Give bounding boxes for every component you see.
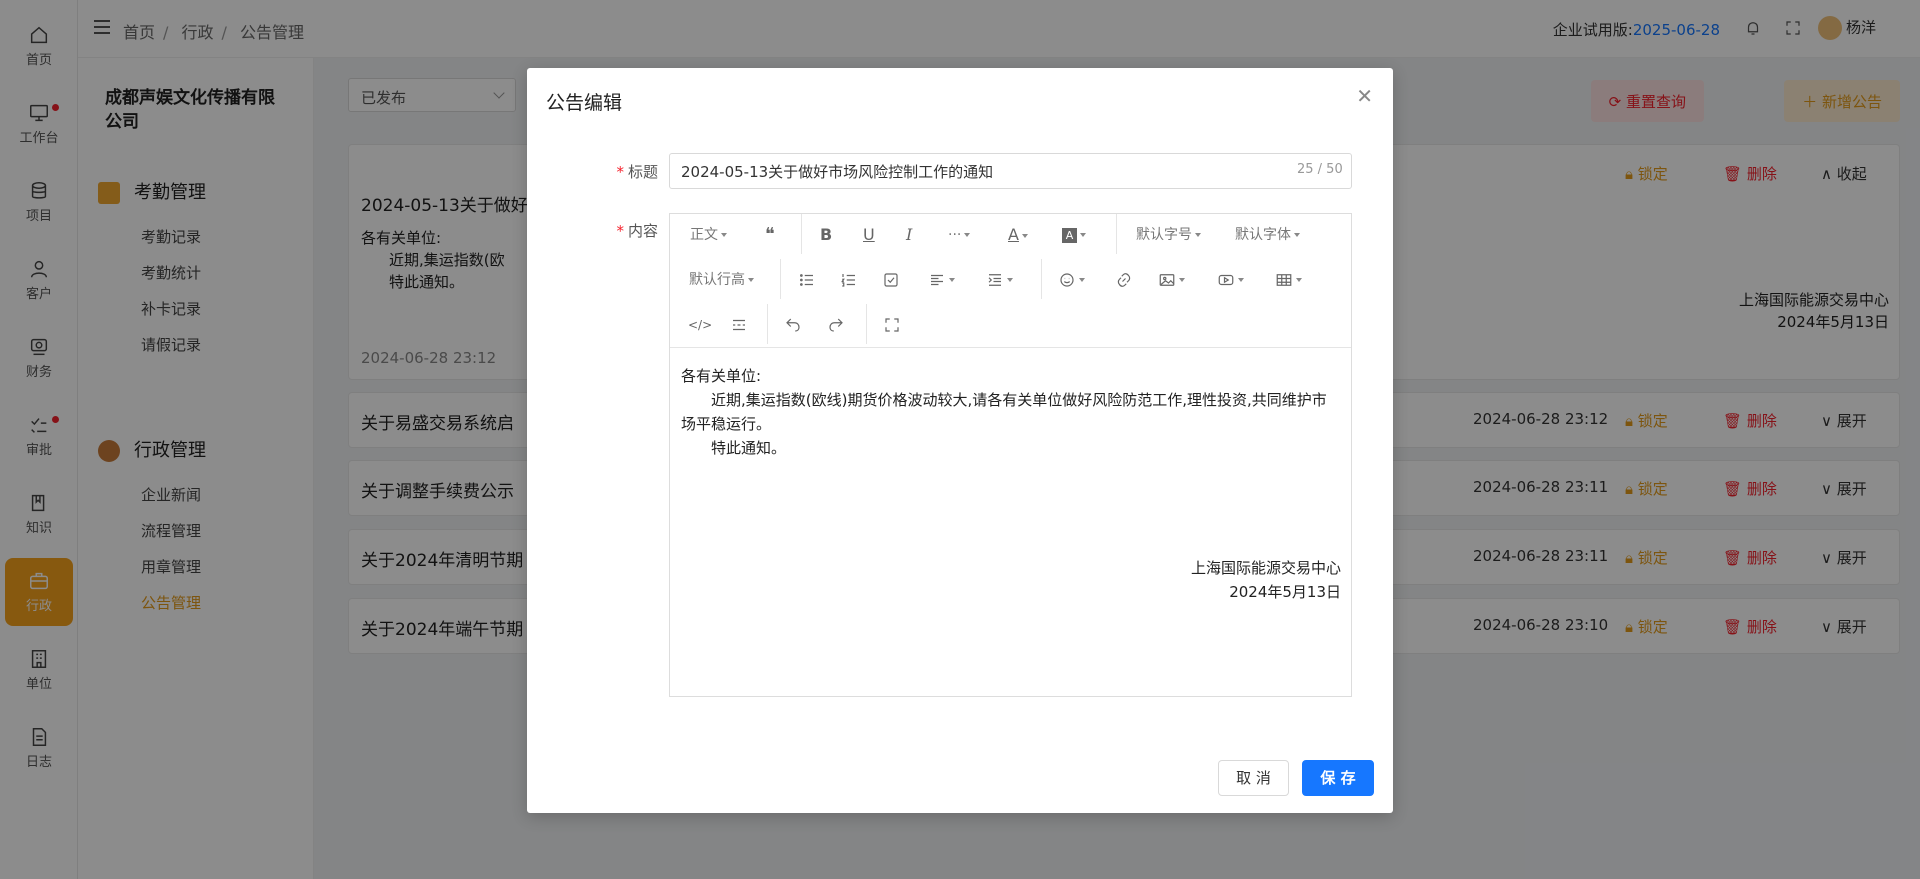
font-family-select[interactable]: 默认字体 — [1235, 222, 1300, 248]
modal-title: 公告编辑 — [546, 92, 623, 114]
fullscreen-icon[interactable] — [883, 312, 901, 338]
divider-icon[interactable] — [730, 312, 748, 338]
emoji-icon[interactable] — [1058, 267, 1085, 293]
bullet-list-icon[interactable] — [798, 267, 816, 293]
indent-icon[interactable] — [986, 267, 1013, 293]
redo-icon[interactable] — [827, 312, 845, 338]
line-height-select[interactable]: 默认行高 — [689, 267, 754, 293]
font-size-select[interactable]: 默认字号 — [1136, 222, 1201, 248]
notice-edit-modal: 公告编辑 ✕ *标题 25 / 50 *内容 正文 ❝ B U I ··· A … — [527, 68, 1393, 813]
image-icon[interactable] — [1158, 267, 1185, 293]
italic-icon[interactable]: I — [906, 222, 912, 248]
save-button[interactable]: 保 存 — [1302, 760, 1374, 796]
rich-text-editor: 正文 ❝ B U I ··· A A 默认字号 默认字体 默认行高 </> 各有… — [669, 213, 1352, 697]
char-counter: 25 / 50 — [1297, 162, 1343, 177]
video-icon[interactable] — [1217, 267, 1244, 293]
underline-icon[interactable]: U — [863, 222, 875, 248]
table-icon[interactable] — [1275, 267, 1302, 293]
editor-content[interactable]: 各有关单位: 近期,集运指数(欧线)期货价格波动较大,请各有关单位做好风险防范工… — [681, 364, 1341, 604]
align-icon[interactable] — [928, 267, 955, 293]
numbered-list-icon[interactable] — [840, 267, 858, 293]
title-input[interactable] — [669, 153, 1352, 189]
checkbox-list-icon[interactable] — [882, 267, 900, 293]
background-color-icon[interactable]: A — [1062, 222, 1086, 248]
more-format-button[interactable]: ··· — [948, 222, 971, 248]
editor-toolbar: 正文 ❝ B U I ··· A A 默认字号 默认字体 默认行高 </> — [670, 214, 1351, 348]
font-color-icon[interactable]: A — [1008, 222, 1028, 248]
cancel-button[interactable]: 取 消 — [1218, 760, 1289, 796]
title-label: * 标题 — [616, 163, 658, 181]
content-label: * 内容 — [616, 222, 658, 240]
quote-icon[interactable]: ❝ — [765, 222, 775, 248]
paragraph-select[interactable]: 正文 — [690, 222, 727, 248]
undo-icon[interactable] — [784, 312, 802, 338]
link-icon[interactable] — [1115, 267, 1133, 293]
close-icon[interactable]: ✕ — [1356, 84, 1373, 108]
code-icon[interactable]: </> — [688, 312, 712, 338]
bold-icon[interactable]: B — [820, 222, 832, 248]
